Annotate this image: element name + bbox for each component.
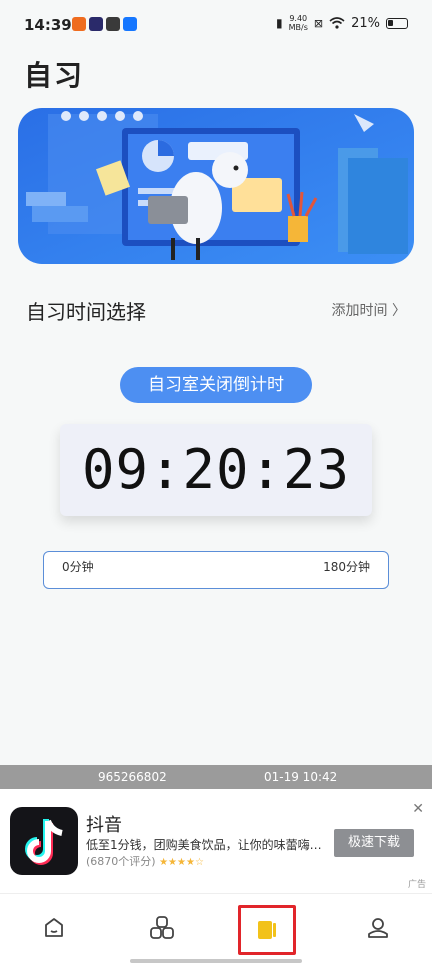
device-info-bar: 965266802 01-19 10:42 [0, 765, 432, 789]
ad-download-button[interactable]: 极速下载 [334, 829, 414, 857]
apps-icon [150, 916, 174, 939]
star-rating-icon: ★★★★☆ [159, 857, 204, 868]
ad-tag: 广告 [407, 880, 426, 890]
slider-min-label: 0分钟 [62, 560, 94, 574]
countdown-label: 自习室关闭倒计时 [120, 367, 312, 403]
ad-description: 低至1分钱，团购美食饮品，让你的味蕾嗨… [86, 838, 322, 852]
wifi-icon [329, 17, 345, 29]
douyin-logo-icon [10, 807, 78, 875]
link-app-notification-icon [106, 17, 120, 31]
notification-icons [72, 17, 137, 31]
home-icon [45, 918, 63, 937]
no-sim-icon: ⊠ [313, 16, 324, 30]
battery-percent: 21% [351, 15, 380, 31]
slider-max-label: 180分钟 [323, 560, 370, 574]
status-right: ▮ 9.40 MB/s ⊠ 21% [276, 14, 408, 32]
tab-apps[interactable] [142, 908, 182, 948]
vibrate-icon: ▮ [276, 16, 283, 30]
countdown-timer: 09:20:23 [81, 438, 351, 501]
tab-study[interactable] [238, 905, 296, 955]
status-bar: 14:39 ▮ 9.40 MB/s ⊠ 21% [0, 0, 432, 48]
home-indicator[interactable] [130, 959, 302, 963]
study-banner[interactable] [18, 108, 414, 264]
ad-app-name: 抖音 [86, 815, 122, 836]
duration-slider[interactable]: 0分钟 180分钟 [43, 551, 389, 589]
page-title: 自习 [24, 59, 85, 92]
battery-icon [386, 17, 408, 29]
app-notification-icon [72, 17, 86, 31]
ad-close-icon[interactable]: ✕ [412, 801, 424, 817]
add-time-link[interactable]: 添加时间 〉 [332, 300, 406, 320]
device-id: 965266802 [98, 770, 167, 784]
tab-home[interactable] [34, 908, 74, 948]
tab-profile[interactable] [358, 908, 398, 948]
ad-banner[interactable]: 抖音 低至1分钱，团购美食饮品，让你的味蕾嗨… (6870个评分) ★★★★☆ … [0, 789, 432, 893]
network-speed-unit: MB/s [288, 23, 308, 32]
study-book-icon [258, 921, 276, 939]
ad-rating: (6870个评分) ★★★★☆ [86, 853, 204, 869]
status-time: 14:39 [24, 16, 72, 34]
video-app-notification-icon [89, 17, 103, 31]
banner-illustration [18, 108, 414, 264]
section-title: 自习时间选择 [26, 300, 146, 324]
profile-icon [368, 918, 388, 938]
bottom-tab-bar [0, 893, 432, 964]
network-speed: 9.40 MB/s [289, 14, 308, 32]
ad-rating-count: (6870个评分) [86, 855, 156, 868]
network-speed-value: 9.40 [289, 14, 308, 23]
device-datetime: 01-19 10:42 [264, 770, 338, 784]
countdown-timer-card: 09:20:23 [60, 424, 372, 516]
alipay-notification-icon [123, 17, 137, 31]
